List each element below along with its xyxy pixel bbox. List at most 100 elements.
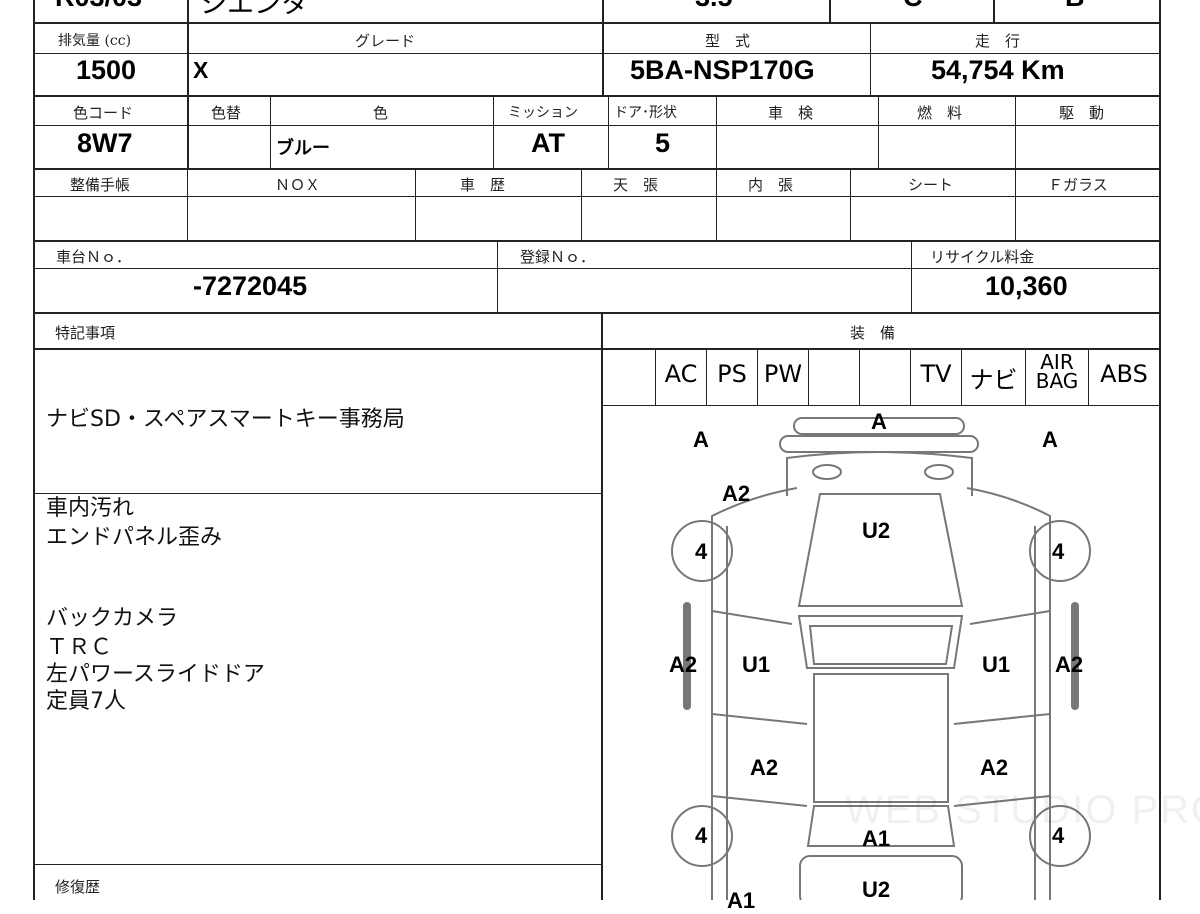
auction-date: R03/03 (55, 0, 142, 13)
rule (1015, 169, 1016, 241)
rule (33, 864, 602, 865)
equip-tv: TV (920, 360, 952, 388)
damage-right-front-door: A2 (1055, 652, 1084, 677)
damage-front-bumper: A (871, 409, 887, 434)
note-line-5: ＴＲＣ (46, 635, 113, 660)
note-line-3: エンドパネル歪み (46, 525, 223, 550)
grade-value: X (193, 57, 209, 83)
rule (829, 0, 831, 22)
rule (33, 53, 1161, 54)
watermark: WEB STUDIO PRO (845, 788, 1200, 832)
rule (33, 196, 1161, 197)
rule (716, 169, 717, 241)
equip-ps: PS (717, 360, 747, 388)
grade-label: グレード (355, 32, 416, 50)
doors-label: ドア･形状 (614, 105, 677, 121)
recycle-value: 10,360 (985, 271, 1068, 301)
note-line-4: バックカメラ (46, 606, 179, 631)
windshield-shape (797, 615, 964, 669)
equip-pw: PW (763, 360, 803, 388)
note-line-1: ナビSD・スペアスマートキー事務局 (46, 407, 405, 432)
repair-history-label: 修復歴 (55, 878, 101, 896)
color-code-value: 8W7 (77, 128, 133, 158)
color-change-label: 色替 (211, 104, 242, 122)
rule (33, 348, 1161, 350)
equipment-label: 装 備 (850, 324, 896, 342)
rule (33, 22, 1161, 24)
chassis-label: 車台Ｎｏ． (56, 248, 132, 266)
exterior-grade: B (1065, 0, 1085, 13)
chassis-value: -7272045 (193, 271, 308, 301)
color-value: ブルー (276, 138, 330, 159)
rule (415, 169, 416, 241)
model-name: シエンタ (200, 0, 308, 20)
rule (1015, 96, 1016, 169)
seat-label: シート (908, 176, 954, 194)
rule (187, 96, 189, 169)
damage-hood-left: A2 (722, 481, 751, 506)
interior-grade: C (903, 0, 923, 13)
damage-rear-left: A1 (727, 888, 756, 913)
damage-front-left-corner: A (693, 427, 709, 452)
front-grille-shape (779, 435, 979, 453)
registration-label: 登録Ｎｏ． (520, 248, 596, 266)
left-headlight-icon (812, 464, 842, 480)
damage-left-front-door: A2 (669, 652, 698, 677)
equip-navi: ナビ (969, 366, 1018, 394)
damage-hood: U2 (862, 518, 891, 543)
mileage-value: 54,754 Km (931, 55, 1065, 85)
displacement-label: 排気量 (cc) (58, 33, 132, 49)
rule (33, 168, 1161, 170)
rule (187, 23, 189, 96)
rule (493, 96, 494, 169)
damage-fl-wheel: 4 (695, 539, 708, 564)
rule (870, 23, 871, 96)
color-code-label: 色コード (73, 104, 134, 122)
equip-abs: ABS (1100, 360, 1148, 388)
rule (497, 241, 498, 313)
drive-label: 駆 動 (1059, 104, 1105, 122)
auction-score: 3.5 (695, 0, 733, 13)
rule (716, 96, 717, 169)
doors-value: 5 (655, 128, 671, 158)
note-line-6: 左パワースライドドア (46, 662, 265, 687)
right-headlight-icon (924, 464, 954, 480)
hood-shape (797, 493, 964, 607)
equip-airbag-line2: BAG (1035, 369, 1079, 393)
rule (993, 0, 995, 22)
model-code-value: 5BA-NSP170G (630, 55, 815, 85)
displacement-value: 1500 (76, 55, 137, 85)
rule (581, 169, 582, 241)
rule (911, 241, 912, 313)
mileage-label: 走 行 (975, 32, 1021, 50)
damage-left-pillar: U1 (742, 652, 771, 677)
border-left (33, 0, 35, 900)
damage-right-rear-door: A2 (980, 755, 1009, 780)
note-line-7: 定員7人 (46, 689, 126, 714)
equip-ac: AC (664, 360, 698, 388)
rule (850, 169, 851, 241)
damage-fr-wheel: 4 (1052, 539, 1065, 564)
history-label: 車 歴 (460, 176, 506, 194)
equip-airbag: AIR BAG (1026, 352, 1088, 393)
inspection-label: 車 検 (768, 104, 814, 122)
fuel-label: 燃 料 (917, 104, 963, 122)
roof-shape (813, 673, 949, 803)
interior-trim-label: 内 張 (748, 176, 794, 194)
maintenance-label: 整備手帳 (70, 176, 131, 194)
roof-label: 天 張 (613, 176, 659, 194)
rule (602, 0, 604, 22)
damage-rl-wheel: 4 (695, 823, 708, 848)
transmission-value: AT (531, 128, 565, 158)
damage-left-rear-door: A2 (750, 755, 779, 780)
damage-rear: U2 (862, 877, 891, 902)
rule (187, 0, 189, 22)
rule (602, 23, 604, 96)
rule (808, 349, 809, 406)
nox-label: ＮＯＸ (275, 176, 321, 194)
rule (33, 125, 1161, 126)
rule (859, 349, 860, 406)
recycle-label: リサイクル料金 (930, 248, 1035, 266)
windshield-inner (808, 625, 954, 665)
rule (187, 169, 188, 241)
